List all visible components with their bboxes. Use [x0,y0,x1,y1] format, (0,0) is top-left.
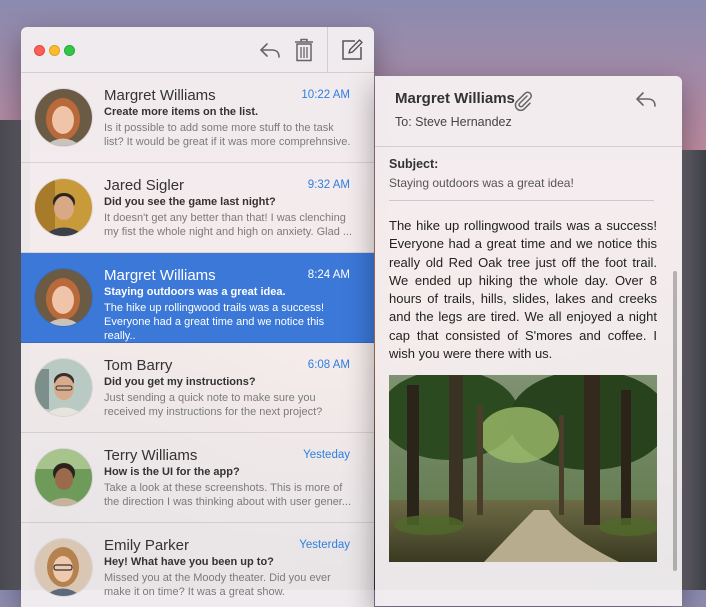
avatar [35,539,92,596]
message-body: The hike up rollingwood trails was a suc… [389,218,657,362]
close-window-button[interactable] [34,45,45,56]
reply-icon[interactable] [257,37,283,63]
wallpaper-rock-right [682,150,706,590]
compose-icon[interactable] [339,37,365,63]
message-row[interactable]: Jared Sigler 9:32 AM Did you see the gam… [21,163,374,253]
reply-icon[interactable] [635,90,657,113]
message-time: Yesteday [303,449,350,461]
divider [389,200,654,201]
message-list-window: Margret Williams 10:22 AM Create more it… [21,27,374,607]
message-subject: Hey! What have you been up to? [104,556,274,568]
sender-name: Tom Barry [104,357,173,374]
subject-value: Staying outdoors was a great idea! [389,176,574,190]
reading-pane: Margret Williams To: Steve Hernandez Sub… [375,76,682,606]
message-time: Yesterday [299,539,350,551]
message-row-selected[interactable]: Margret Williams 8:24 AM Staying outdoor… [21,253,374,343]
message-subject: Create more items on the list. [104,106,259,118]
message-preview: Just sending a quick note to make sure y… [104,392,323,418]
subject-label: Subject: [389,157,439,171]
sender-name: Margret Williams [104,87,216,104]
message-preview: Take a look at these screenshots. This i… [104,482,352,508]
message-subject: Did you get my instructions? [104,376,256,388]
toolbar [21,27,374,73]
sender-name: Terry Williams [104,447,198,464]
reading-header: Margret Williams To: Steve Hernandez [375,76,682,147]
minimize-window-button[interactable] [49,45,60,56]
message-time: 10:22 AM [301,89,350,101]
scrollbar[interactable] [673,271,677,571]
message-preview: The hike up rollingwood trails was a suc… [104,302,325,342]
message-preview: It doesn't get any better than that! I w… [104,212,353,238]
sender-name: Jared Sigler [104,177,185,194]
paperclip-icon [512,90,534,117]
message-row[interactable]: Terry Williams Yesteday How is the UI fo… [21,433,374,523]
avatar [35,449,92,506]
reader-to: To: Steve Hernandez [395,115,512,129]
sender-name: Emily Parker [104,537,190,554]
message-time: 6:08 AM [307,359,350,371]
avatar [35,269,92,326]
reader-from: Margret Williams [395,90,515,107]
trash-icon[interactable] [291,37,317,63]
message-preview: Is it possible to add some more stuff to… [104,122,351,148]
attached-photo [389,375,657,562]
message-subject: How is the UI for the app? [104,466,240,478]
message-time: 9:32 AM [307,179,350,191]
sender-name: Margret Williams [104,267,216,284]
message-row[interactable]: Emily Parker Yesterday Hey! What have yo… [21,523,374,607]
message-subject: Did you see the game last night? [104,196,276,208]
message-row[interactable]: Margret Williams 10:22 AM Create more it… [21,73,374,163]
zoom-window-button[interactable] [64,45,75,56]
avatar [35,89,92,146]
avatar [35,179,92,236]
avatar [35,359,92,416]
message-subject: Staying outdoors was a great idea. [104,286,286,298]
message-preview: Missed you at the Moody theater. Did you… [104,572,331,598]
toolbar-divider [327,27,328,72]
message-row[interactable]: Tom Barry 6:08 AM Did you get my instruc… [21,343,374,433]
message-time: 8:24 AM [307,269,350,281]
